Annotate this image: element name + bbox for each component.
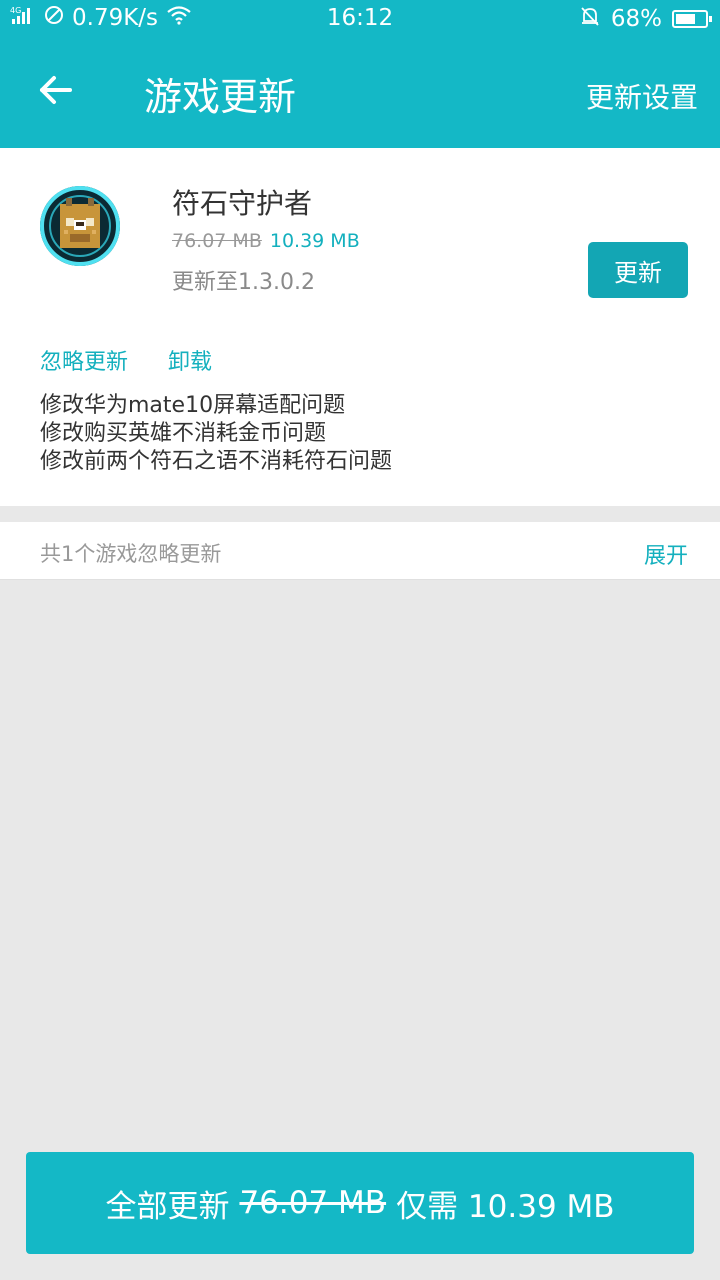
ignored-updates-row: 共1个游戏忽略更新 展开 [0, 522, 720, 580]
battery-icon [672, 10, 712, 28]
update-all-button[interactable]: 全部更新 76.07 MB 仅需 10.39 MB [26, 1152, 694, 1254]
size-info: 76.07 MB 10.39 MB [172, 230, 360, 252]
release-note: 修改华为mate10屏幕适配问题 [40, 393, 346, 418]
status-bar: 4G 0.79K/s 16:12 68% [0, 0, 720, 38]
ignored-summary: 共1个游戏忽略更新 [40, 542, 222, 566]
game-name: 符石守护者 [172, 187, 313, 220]
old-size: 76.07 MB [172, 230, 262, 252]
back-arrow-icon[interactable] [36, 70, 76, 110]
page-title: 游戏更新 [144, 75, 297, 119]
action-links: 忽略更新 卸载 [40, 344, 212, 376]
update-settings-button[interactable]: 更新设置 [586, 76, 698, 116]
update-button[interactable]: 更新 [588, 242, 688, 298]
release-note: 修改前两个符石之语不消耗符石问题 [40, 449, 393, 474]
release-notes: 修改华为mate10屏幕适配问题 修改购买英雄不消耗金币问题 修改前两个符石之语… [40, 392, 392, 476]
total-old-size: 76.07 MB [239, 1185, 387, 1221]
total-new-size: 仅需 10.39 MB [396, 1188, 615, 1225]
update-card: 符石守护者 76.07 MB 10.39 MB 更新至1.3.0.2 更新 忽略更… [0, 148, 720, 506]
release-note: 修改购买英雄不消耗金币问题 [40, 421, 327, 446]
bell-muted-icon [579, 5, 601, 33]
app-bar: 游戏更新 更新设置 [0, 38, 720, 148]
uninstall-link[interactable]: 卸载 [168, 344, 212, 376]
update-all-label: 全部更新 [105, 1188, 230, 1225]
ignore-update-link[interactable]: 忽略更新 [40, 344, 128, 376]
game-icon[interactable] [38, 184, 122, 268]
battery-percent: 68% [610, 6, 662, 32]
version-text: 更新至1.3.0.2 [172, 270, 315, 295]
expand-button[interactable]: 展开 [644, 538, 688, 570]
new-size: 10.39 MB [269, 230, 360, 252]
